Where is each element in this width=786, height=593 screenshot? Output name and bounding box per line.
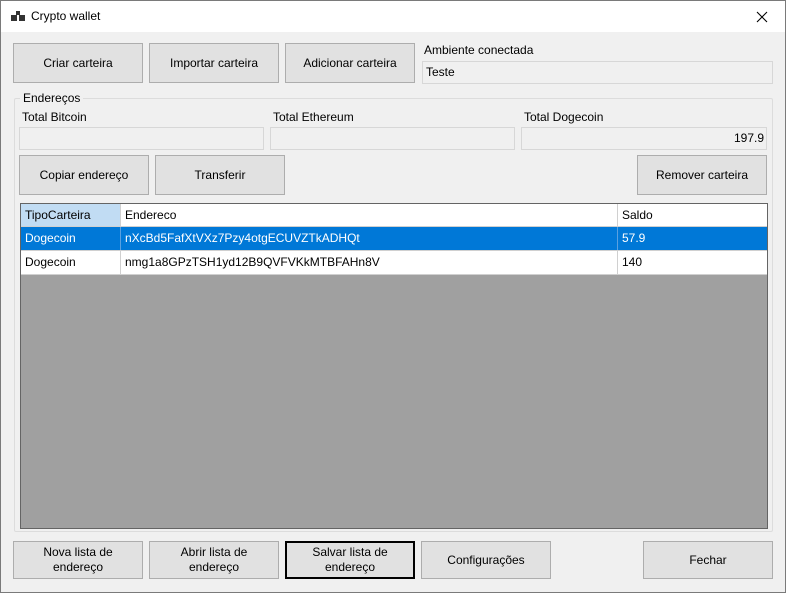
configuracoes-button[interactable]: Configurações xyxy=(421,541,551,579)
column-header-tipocarteira[interactable]: TipoCarteira xyxy=(21,204,121,226)
wallet-app-icon xyxy=(11,11,25,21)
fechar-button[interactable]: Fechar xyxy=(643,541,773,579)
cell-saldo[interactable]: 140 xyxy=(618,251,767,274)
ambiente-label: Ambiente conectada xyxy=(424,43,534,57)
total-dogecoin-field[interactable]: 197.9 xyxy=(521,127,767,150)
nova-lista-button[interactable]: Nova lista de endereço xyxy=(13,541,143,579)
salvar-lista-button[interactable]: Salvar lista de endereço xyxy=(285,541,415,579)
cell-saldo[interactable]: 57.9 xyxy=(618,227,767,250)
copiar-endereco-button[interactable]: Copiar endereço xyxy=(19,155,149,195)
criar-carteira-button[interactable]: Criar carteira xyxy=(13,43,143,83)
table-row[interactable]: Dogecoin nXcBd5FafXtVXz7Pzy4otgECUVZTkAD… xyxy=(21,227,767,251)
column-header-saldo[interactable]: Saldo xyxy=(618,204,767,226)
transferir-button[interactable]: Transferir xyxy=(155,155,285,195)
window-title: Crypto wallet xyxy=(31,9,101,23)
enderecos-table[interactable]: TipoCarteira Endereco Saldo Dogecoin nXc… xyxy=(20,203,768,529)
total-dogecoin-label: Total Dogecoin xyxy=(524,110,604,124)
total-bitcoin-field[interactable] xyxy=(19,127,264,150)
cell-tipocarteira[interactable]: Dogecoin xyxy=(21,251,121,274)
importar-carteira-button[interactable]: Importar carteira xyxy=(149,43,279,83)
close-button[interactable] xyxy=(739,1,785,32)
table-row[interactable]: Dogecoin nmg1a8GPzTSH1yd12B9QVFVKkMTBFAH… xyxy=(21,251,767,275)
close-icon xyxy=(756,11,768,22)
table-header: TipoCarteira Endereco Saldo xyxy=(21,204,767,227)
total-bitcoin-label: Total Bitcoin xyxy=(22,110,87,124)
app-window: Crypto wallet Criar carteira Importar ca… xyxy=(0,0,786,593)
column-header-endereco[interactable]: Endereco xyxy=(121,204,618,226)
total-ethereum-label: Total Ethereum xyxy=(273,110,354,124)
remover-carteira-button[interactable]: Remover carteira xyxy=(637,155,767,195)
cell-tipocarteira[interactable]: Dogecoin xyxy=(21,227,121,250)
adicionar-carteira-button[interactable]: Adicionar carteira xyxy=(285,43,415,83)
cell-endereco[interactable]: nXcBd5FafXtVXz7Pzy4otgECUVZTkADHQt xyxy=(121,227,618,250)
total-ethereum-field[interactable] xyxy=(270,127,515,150)
title-bar[interactable]: Crypto wallet xyxy=(1,1,785,32)
abrir-lista-button[interactable]: Abrir lista de endereço xyxy=(149,541,279,579)
enderecos-group-title: Endereços xyxy=(20,91,84,105)
cell-endereco[interactable]: nmg1a8GPzTSH1yd12B9QVFVKkMTBFAHn8V xyxy=(121,251,618,274)
ambiente-field[interactable]: Teste xyxy=(422,61,773,84)
